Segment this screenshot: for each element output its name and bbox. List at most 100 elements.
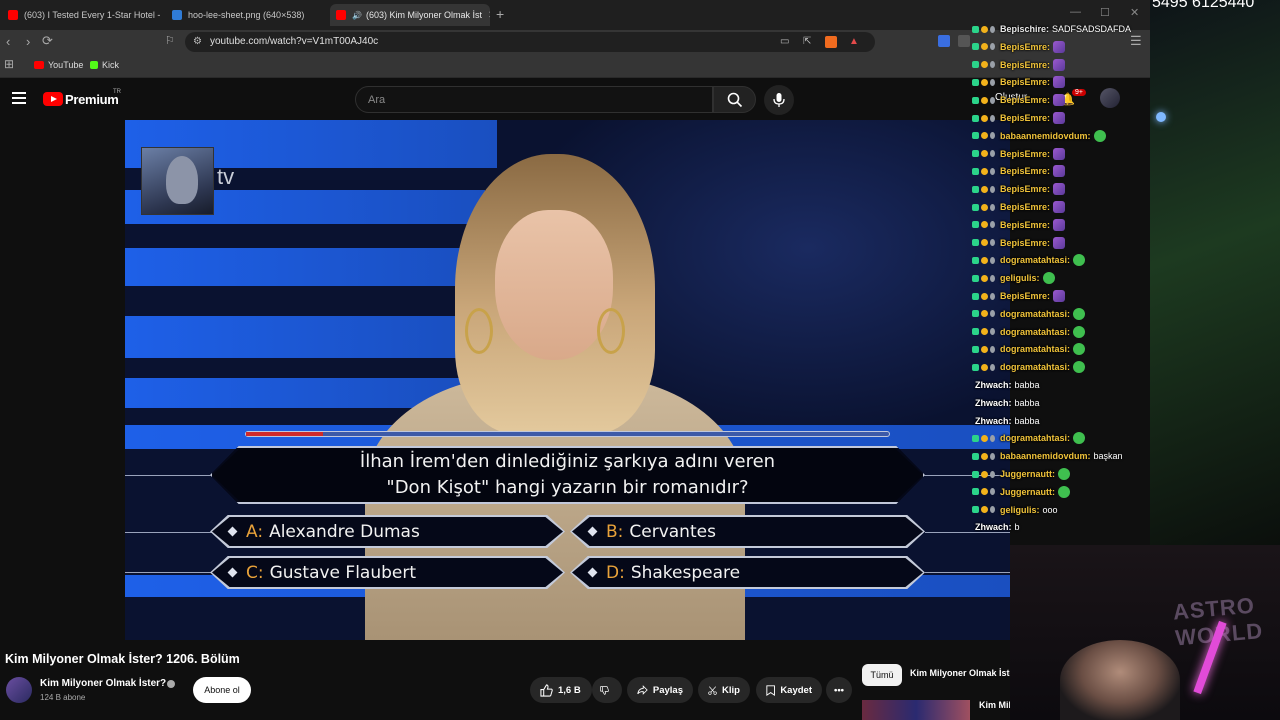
overlay-line xyxy=(125,475,215,476)
brave-shield-icon[interactable] xyxy=(825,36,837,48)
chat-username: dogramatahtasi: xyxy=(1000,326,1071,337)
pigeon-icon xyxy=(166,156,198,204)
omnibox[interactable]: ⚙ youtube.com/watch?v=V1mT00AJ40c ▭ ⇱ ▲ xyxy=(185,32,875,52)
tab-title: (603) Kim Milyoner Olmak İst xyxy=(365,10,482,20)
clip-button[interactable]: Klip xyxy=(698,677,750,703)
badge-icon xyxy=(990,470,995,478)
browser-tab-active[interactable]: 🔊 (603) Kim Milyoner Olmak İst ✕ xyxy=(330,4,490,26)
chat-emote-icon xyxy=(1073,307,1086,320)
badge-icon xyxy=(972,167,979,175)
badge-icon xyxy=(972,292,979,300)
badge-icon xyxy=(990,114,995,122)
chat-message: BepisEmre: xyxy=(972,93,1066,107)
dislike-button[interactable] xyxy=(592,677,622,703)
phone-number-overlay: 5495 6125440 xyxy=(1152,0,1255,11)
badge-icon xyxy=(990,43,995,51)
chat-text: b xyxy=(1014,522,1020,533)
chat-username: BepisEmre: xyxy=(1000,59,1051,70)
chip-all[interactable]: Tümü xyxy=(862,664,902,686)
badge-icon xyxy=(981,470,988,478)
search-input[interactable]: Ara xyxy=(355,86,713,113)
close-tab-icon[interactable]: ✕ xyxy=(482,10,490,21)
new-tab-button[interactable]: + xyxy=(496,6,504,22)
extension-icon[interactable] xyxy=(938,35,950,47)
chat-message: BepisEmre: xyxy=(972,164,1066,178)
url-text[interactable]: youtube.com/watch?v=V1mT00AJ40c xyxy=(210,36,378,47)
share-page-icon[interactable]: ⇱ xyxy=(803,36,811,47)
badge-icon xyxy=(972,488,979,496)
chip-channel[interactable]: Kim Milyoner Olmak İster xyxy=(910,668,1010,678)
badge-icon xyxy=(990,328,995,336)
chat-username: BepisEmre: xyxy=(1000,148,1051,159)
channel-name[interactable]: Kim Milyoner Olmak İster? xyxy=(40,678,166,689)
channel-avatar[interactable] xyxy=(6,677,32,703)
window-close-button[interactable]: ✕ xyxy=(1130,6,1139,19)
chat-emote-icon xyxy=(1042,272,1055,285)
microphone-icon xyxy=(773,93,785,107)
rewards-icon[interactable]: ▲ xyxy=(849,36,859,47)
chat-message: BepisEmre: xyxy=(972,200,1066,214)
maximize-button[interactable]: ☐ xyxy=(1100,6,1110,19)
stream-chat-overlay: Bepischire: SADFSADSDAFDA BepisEmre: BepisE… xyxy=(970,22,1150,547)
speaker-icon: 🔊 xyxy=(352,10,362,20)
chat-username: geligulis: xyxy=(1000,504,1040,515)
reload-icon[interactable]: ⟳ xyxy=(42,33,53,49)
chat-emote-icon xyxy=(1053,112,1066,124)
chat-text: babba xyxy=(1014,415,1040,426)
youtube-logo-icon[interactable] xyxy=(43,92,63,106)
search-button[interactable] xyxy=(713,86,756,113)
chat-badges xyxy=(972,132,997,140)
chat-text: ooo xyxy=(1042,504,1058,515)
badge-icon xyxy=(990,363,995,371)
video-player[interactable]: tv İlhan İrem'den dinlediğiniz şarkıya a… xyxy=(125,120,1010,640)
recommended-title[interactable]: Kim Mil 1205. B xyxy=(979,700,1010,710)
badge-icon xyxy=(981,488,988,496)
chat-username: BepisEmre: xyxy=(1000,113,1051,123)
chat-message: Zhwach: babba xyxy=(972,414,1040,428)
chat-badges xyxy=(972,292,997,300)
bookmark-kick[interactable]: Kick xyxy=(90,60,119,70)
badge-icon xyxy=(981,25,988,33)
voice-search-button[interactable] xyxy=(764,85,794,115)
subscribe-button[interactable]: Abone ol xyxy=(193,677,251,703)
chat-emote-icon xyxy=(1053,290,1066,302)
badge-icon xyxy=(972,434,979,442)
answer-d: D: Shakespeare xyxy=(570,556,925,589)
overlay-line xyxy=(125,572,215,573)
badge-icon xyxy=(981,363,988,371)
badge-icon xyxy=(972,43,979,51)
browser-tab[interactable]: hoo-lee-sheet.png (640×538) xyxy=(166,4,326,26)
back-arrow-icon[interactable]: ‹ xyxy=(6,34,10,49)
chat-emote-icon xyxy=(1053,236,1066,249)
extensions-puzzle-icon[interactable] xyxy=(958,35,970,47)
like-button[interactable]: 1,6 B xyxy=(530,677,592,703)
apps-grid-icon[interactable]: ⊞ xyxy=(4,57,14,71)
bookmark-youtube[interactable]: YouTube xyxy=(34,60,83,70)
chat-badges xyxy=(972,363,997,371)
chat-username: Zhwach: xyxy=(975,380,1012,390)
badge-icon xyxy=(972,96,979,104)
save-button[interactable]: Kaydet xyxy=(756,677,822,703)
region-code: TR xyxy=(113,89,121,95)
menu-hamburger-icon[interactable] xyxy=(12,92,26,107)
browser-tab[interactable]: (603) I Tested Every 1-Star Hotel - Yo xyxy=(2,4,162,26)
chat-badges xyxy=(972,78,997,86)
more-actions-icon[interactable]: ••• xyxy=(826,677,852,703)
chat-username: BepisEmre: xyxy=(1000,219,1051,230)
chat-emote-icon xyxy=(1073,325,1086,338)
forward-arrow-icon[interactable]: › xyxy=(26,34,30,49)
answer-c: C: Gustave Flaubert xyxy=(210,556,565,589)
youtube-premium-logo[interactable]: Premium xyxy=(65,92,119,107)
bookmark-icon[interactable]: ⚐ xyxy=(165,34,175,47)
chat-message: geligulis: xyxy=(972,271,1055,285)
minimize-button[interactable]: — xyxy=(1070,6,1081,18)
cast-icon[interactable]: ▭ xyxy=(780,36,789,47)
chat-username: babaannemidovdum: xyxy=(1000,451,1091,462)
recommended-thumbnail[interactable] xyxy=(862,700,970,720)
site-info-icon[interactable]: ⚙ xyxy=(193,36,202,47)
chat-username: Zhwach: xyxy=(975,415,1012,426)
share-button[interactable]: Paylaş xyxy=(627,677,693,703)
badge-icon xyxy=(981,345,988,353)
chat-username: dogramatahtasi: xyxy=(1000,362,1071,373)
chat-badges xyxy=(972,256,997,264)
